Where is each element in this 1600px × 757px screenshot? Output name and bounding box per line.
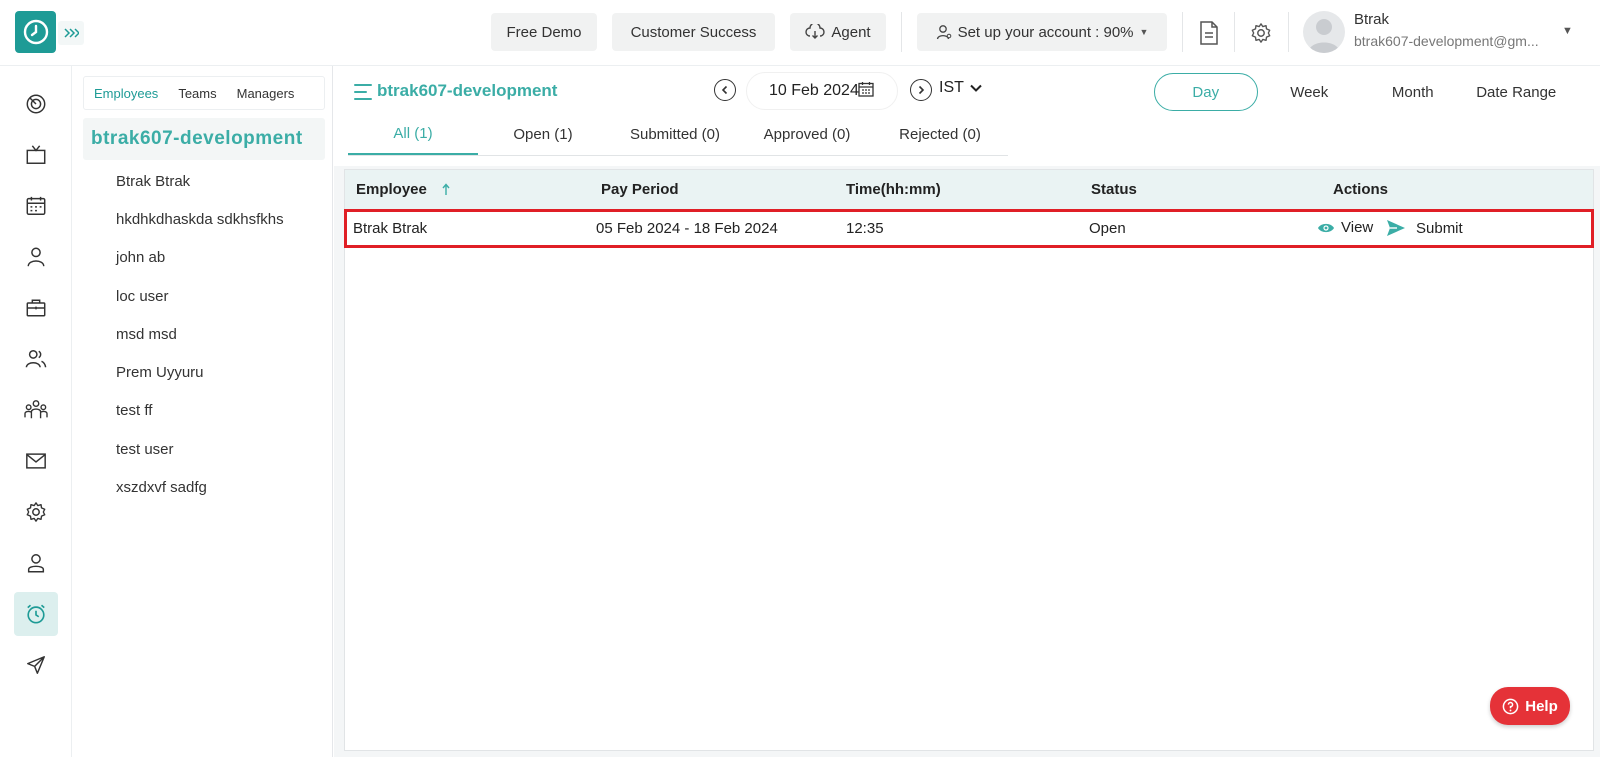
user-email: btrak607-development@gm... bbox=[1354, 33, 1539, 49]
employee-list: Btrak Btrak hkdhkdhaskda sdkhsfkhs john … bbox=[116, 162, 284, 507]
pay-period-cell: 05 Feb 2024 - 18 Feb 2024 bbox=[596, 220, 778, 237]
filter-tabs: All (1) Open (1) Submitted (0) Approved … bbox=[348, 114, 1008, 156]
page-title: btrak607-development bbox=[377, 81, 558, 100]
caret-down-icon: ▼ bbox=[1139, 27, 1149, 37]
send-icon bbox=[1387, 220, 1405, 236]
employee-panel: Employees Teams Managers btrak607-develo… bbox=[73, 66, 333, 757]
divider bbox=[1234, 12, 1235, 52]
cloud-download-icon bbox=[805, 24, 826, 39]
icon-rail bbox=[0, 66, 72, 757]
status-column-header: Status bbox=[1091, 181, 1137, 198]
list-item[interactable]: test ff bbox=[116, 392, 284, 430]
tab-teams[interactable]: Teams bbox=[168, 86, 226, 101]
expand-sidebar-icon[interactable] bbox=[58, 21, 84, 45]
time-cell: 12:35 bbox=[846, 220, 884, 237]
view-week-button[interactable]: Week bbox=[1258, 73, 1362, 111]
setup-account-dropdown[interactable]: Set up your account : 90% ▼ bbox=[917, 13, 1167, 51]
pay-period-column-header: Pay Period bbox=[601, 181, 679, 198]
agent-button[interactable]: Agent bbox=[790, 13, 886, 51]
user-icon[interactable] bbox=[14, 235, 58, 279]
date-value: 10 Feb 2024 bbox=[769, 82, 859, 99]
chevron-down-icon bbox=[970, 84, 982, 92]
tab-managers[interactable]: Managers bbox=[227, 86, 305, 101]
divider bbox=[1288, 12, 1289, 52]
calendar-icon[interactable] bbox=[858, 81, 874, 102]
list-item[interactable]: Btrak Btrak bbox=[116, 162, 284, 200]
top-bar: Free Demo Customer Success Agent Set up … bbox=[0, 0, 1600, 66]
team-name[interactable]: btrak607-development bbox=[83, 118, 325, 160]
tab-rejected[interactable]: Rejected (0) bbox=[872, 114, 1008, 155]
list-item[interactable]: loc user bbox=[116, 277, 284, 315]
tab-employees[interactable]: Employees bbox=[84, 86, 168, 101]
date-picker[interactable]: 10 Feb 2024 bbox=[746, 72, 898, 110]
employee-cell: Btrak Btrak bbox=[353, 220, 428, 237]
next-date-icon[interactable] bbox=[910, 79, 932, 101]
app-logo-icon[interactable] bbox=[15, 11, 56, 53]
view-month-button[interactable]: Month bbox=[1361, 73, 1465, 111]
timezone-dropdown[interactable]: IST bbox=[939, 79, 982, 97]
tab-open[interactable]: Open (1) bbox=[478, 114, 608, 155]
table-header: Employee Pay Period Time(hh:mm) Status A… bbox=[345, 170, 1593, 209]
previous-date-icon[interactable] bbox=[714, 79, 736, 101]
employee-column-header[interactable]: Employee bbox=[356, 181, 451, 198]
view-label: View bbox=[1341, 219, 1374, 236]
sort-ascending-icon bbox=[442, 183, 450, 195]
list-item[interactable]: xszdxvf sadfg bbox=[116, 468, 284, 506]
help-button[interactable]: Help bbox=[1490, 687, 1570, 725]
customer-success-button[interactable]: Customer Success bbox=[612, 13, 775, 51]
agent-label: Agent bbox=[831, 23, 871, 41]
employee-header-label: Employee bbox=[356, 181, 427, 198]
document-icon[interactable] bbox=[1196, 20, 1222, 46]
users-icon[interactable] bbox=[14, 337, 58, 381]
tab-approved[interactable]: Approved (0) bbox=[742, 114, 872, 155]
briefcase-icon[interactable] bbox=[14, 286, 58, 330]
actions-column-header: Actions bbox=[1333, 181, 1389, 198]
calendar-icon[interactable] bbox=[14, 184, 58, 228]
customer-success-label: Customer Success bbox=[630, 23, 757, 41]
user-menu-caret-icon[interactable]: ▼ bbox=[1562, 25, 1573, 37]
tab-all[interactable]: All (1) bbox=[348, 114, 478, 155]
submit-action[interactable]: Submit bbox=[1386, 219, 1463, 237]
list-item[interactable]: Prem Uyyuru bbox=[116, 353, 284, 391]
view-date-range-button[interactable]: Date Range bbox=[1465, 73, 1569, 111]
mail-icon[interactable] bbox=[14, 439, 58, 483]
divider bbox=[901, 12, 902, 52]
panel-tabs: Employees Teams Managers bbox=[83, 76, 325, 110]
settings-icon[interactable] bbox=[14, 490, 58, 534]
free-demo-label: Free Demo bbox=[506, 23, 582, 41]
main-content: btrak607-development 10 Feb 2024 IST Day… bbox=[334, 66, 1600, 757]
view-action[interactable]: View bbox=[1317, 219, 1373, 236]
time-column-header: Time(hh:mm) bbox=[846, 181, 941, 198]
avatar[interactable] bbox=[1303, 11, 1345, 53]
list-item[interactable]: msd msd bbox=[116, 315, 284, 353]
user-name[interactable]: Btrak bbox=[1354, 11, 1389, 28]
divider bbox=[1182, 12, 1183, 52]
list-item[interactable]: john ab bbox=[116, 239, 284, 277]
main-toolbar: btrak607-development 10 Feb 2024 IST Day… bbox=[334, 66, 1600, 166]
profile-icon[interactable] bbox=[14, 541, 58, 585]
settings-gear-icon[interactable] bbox=[1248, 20, 1274, 46]
table-row[interactable]: Btrak Btrak 05 Feb 2024 - 18 Feb 2024 12… bbox=[344, 209, 1594, 248]
help-icon bbox=[1502, 698, 1519, 714]
submit-label: Submit bbox=[1416, 219, 1463, 237]
list-item[interactable]: test user bbox=[116, 430, 284, 468]
tv-icon[interactable] bbox=[14, 133, 58, 177]
view-switch: Day Week Month Date Range bbox=[1154, 72, 1568, 112]
setup-account-label: Set up your account : 90% bbox=[957, 23, 1134, 41]
timesheet-table: Employee Pay Period Time(hh:mm) Status A… bbox=[344, 169, 1594, 751]
send-icon[interactable] bbox=[14, 643, 58, 687]
dashboard-icon[interactable] bbox=[14, 82, 58, 126]
help-label: Help bbox=[1525, 697, 1558, 715]
user-setup-icon bbox=[936, 25, 951, 40]
list-item[interactable]: hkdhkdhaskda sdkhsfkhs bbox=[116, 200, 284, 238]
eye-icon bbox=[1318, 223, 1334, 232]
menu-icon[interactable] bbox=[354, 82, 372, 107]
timesheet-icon[interactable] bbox=[14, 592, 58, 636]
view-day-button[interactable]: Day bbox=[1154, 73, 1258, 111]
free-demo-button[interactable]: Free Demo bbox=[491, 13, 597, 51]
tab-submitted[interactable]: Submitted (0) bbox=[608, 114, 742, 155]
timezone-label: IST bbox=[939, 79, 964, 96]
status-cell: Open bbox=[1089, 220, 1126, 237]
team-icon[interactable] bbox=[14, 388, 58, 432]
